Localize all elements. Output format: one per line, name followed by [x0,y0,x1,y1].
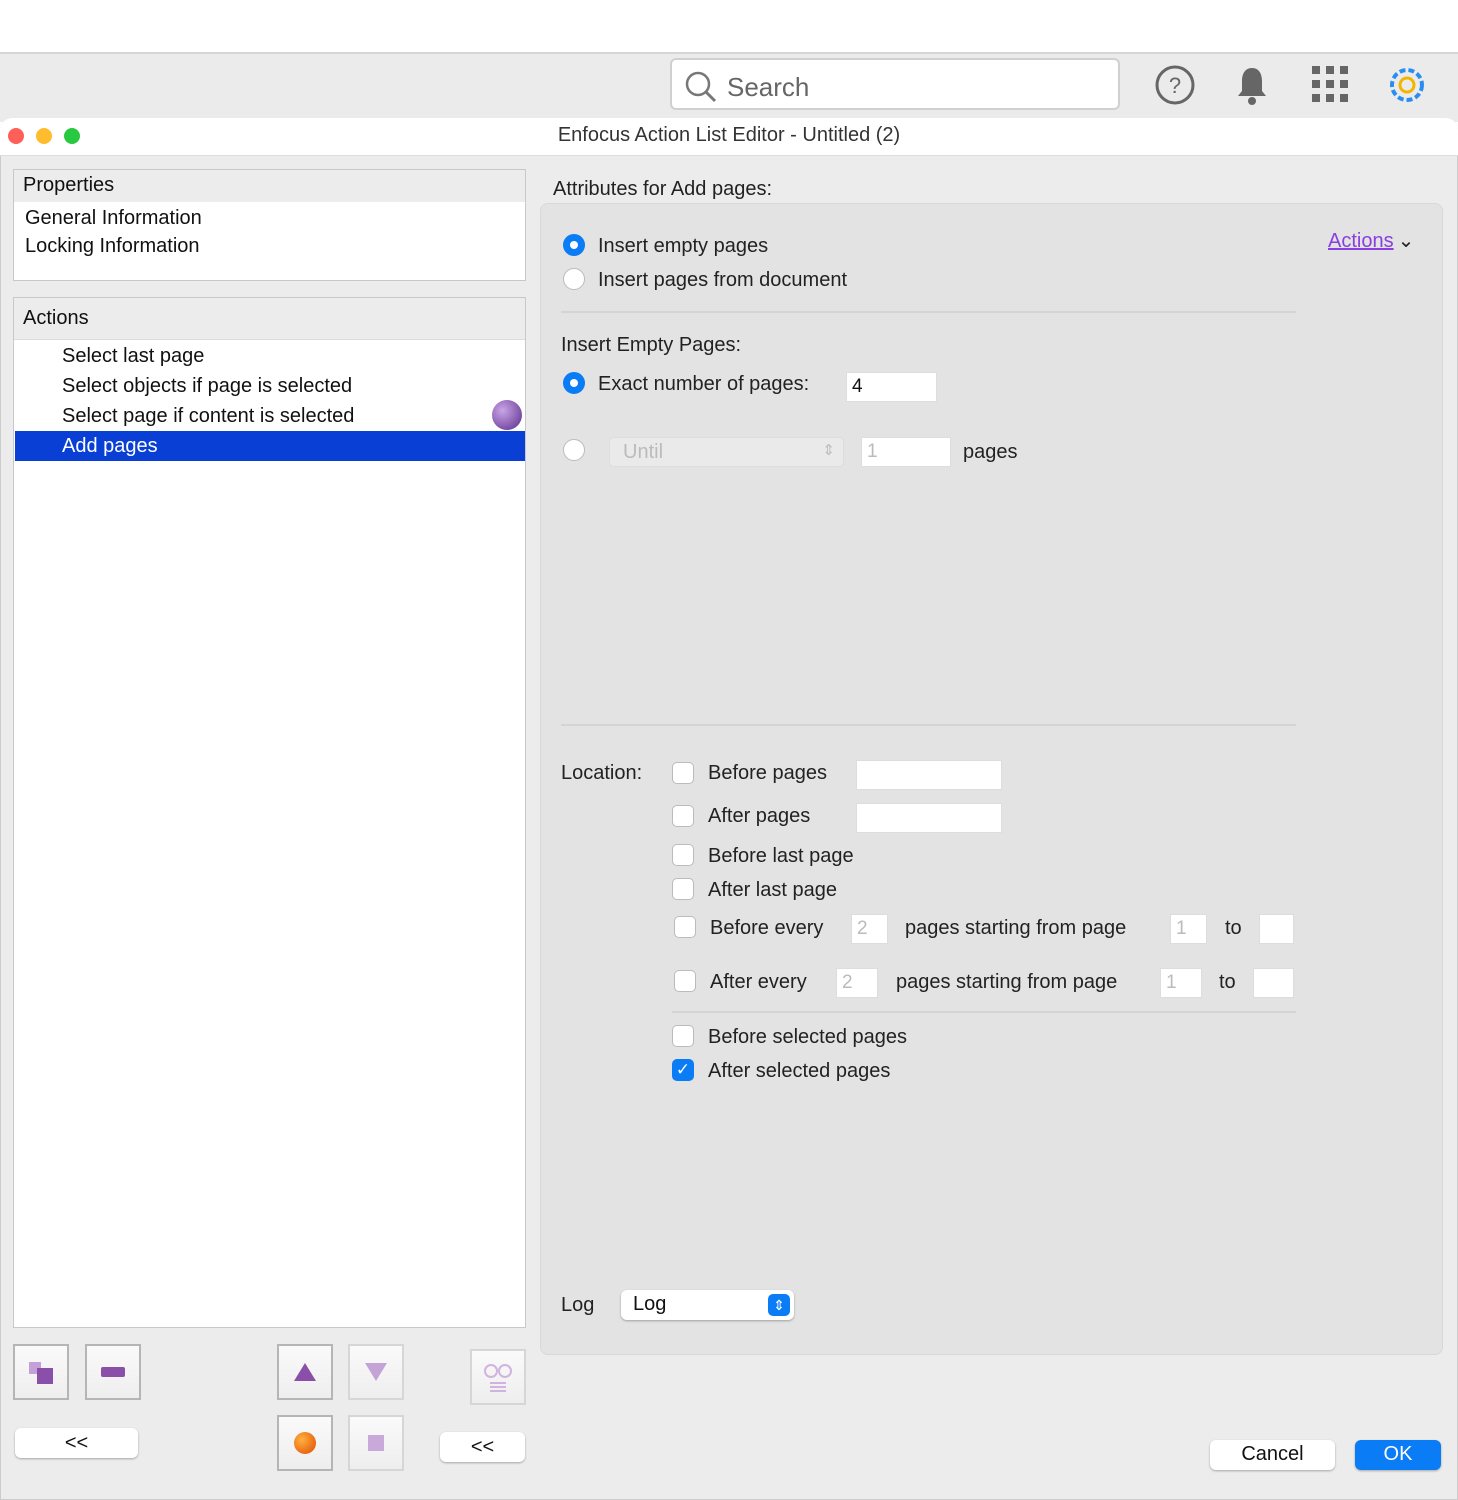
status-orb-icon [492,400,522,430]
insert-empty-title: Insert Empty Pages: [561,334,742,356]
insert-empty-label: Insert empty pages [598,235,769,257]
action-item[interactable]: Select last page [62,345,204,368]
before-every-end-input[interactable] [1259,914,1294,944]
after-pages-label: After pages [708,805,811,827]
record-button[interactable] [277,1415,333,1471]
log-select[interactable]: Log ⇕ [621,1290,794,1320]
before-every-checkbox[interactable] [674,916,696,938]
help-icon[interactable]: ? [1154,64,1196,106]
action-item[interactable]: Select objects if page is selected [62,375,352,398]
apps-grid-icon[interactable] [1312,66,1348,102]
before-last-label: Before last page [708,845,854,867]
triangle-up-icon [294,1363,316,1381]
actions-menu-link[interactable]: Actions ⌄ [1328,228,1414,253]
duplicate-icon [29,1362,53,1384]
actions-link-label: Actions [1328,230,1394,252]
stop-button[interactable] [348,1415,404,1471]
glasses-icon [484,1364,512,1392]
search-input[interactable]: Search [670,58,1120,110]
before-every-start-input[interactable]: 1 [1170,914,1207,944]
before-selected-checkbox[interactable] [672,1025,694,1047]
divider [561,311,1296,313]
stop-icon [368,1435,384,1451]
after-every-start-input[interactable]: 1 [1160,968,1202,998]
properties-item-general[interactable]: General Information [25,204,514,232]
divider [672,1011,1296,1013]
after-pages-input[interactable] [856,803,1002,833]
actions-header: Actions [14,298,525,340]
to-label: to [1219,971,1236,993]
svg-text:?: ? [1169,73,1181,98]
properties-item-locking[interactable]: Locking Information [25,232,514,260]
action-item[interactable]: Select page if content is selected [62,405,354,428]
before-pages-input[interactable] [856,760,1002,790]
minus-icon [101,1367,125,1377]
collapse-left-button[interactable]: << [15,1428,138,1458]
search-icon [685,71,717,103]
duplicate-action-button[interactable] [13,1344,69,1400]
properties-panel: Properties General Information Locking I… [13,169,526,281]
until-select[interactable]: Until ⇕ [609,437,844,467]
before-every-label: Before every [710,917,824,939]
settings-gear-icon[interactable] [1384,62,1430,108]
inspect-button[interactable] [470,1349,526,1405]
after-last-checkbox[interactable] [672,878,694,900]
after-every-checkbox[interactable] [674,970,696,992]
insert-from-document-label: Insert pages from document [598,269,848,291]
pages-label: pages [963,441,1018,463]
insert-from-document-radio[interactable] [563,268,585,290]
starting-from-label: pages starting from page [905,917,1127,939]
after-pages-checkbox[interactable] [672,805,694,827]
log-select-value: Log [633,1293,667,1315]
starting-from-label: pages starting from page [896,971,1118,993]
after-last-label: After last page [708,879,837,901]
triangle-down-icon [365,1363,387,1381]
action-item-label: Add pages [62,435,158,457]
exact-number-radio[interactable] [563,372,585,394]
bell-icon[interactable] [1234,64,1270,106]
log-label: Log [561,1294,595,1316]
move-up-button[interactable] [277,1344,333,1400]
record-icon [294,1432,316,1454]
divider [561,724,1296,726]
before-every-input[interactable]: 2 [851,914,888,944]
to-label: to [1225,917,1242,939]
chevron-down-icon: ⌄ [1397,230,1415,252]
after-every-end-input[interactable] [1253,968,1294,998]
until-value-input[interactable]: 1 [861,437,951,467]
remove-action-button[interactable] [85,1344,141,1400]
after-every-input[interactable]: 2 [836,968,878,998]
properties-header: Properties [14,170,525,202]
before-pages-checkbox[interactable] [672,762,694,784]
move-down-button[interactable] [348,1344,404,1400]
before-last-checkbox[interactable] [672,844,694,866]
collapse-right-button[interactable]: << [440,1432,525,1462]
location-label: Location: [561,762,643,784]
ok-button[interactable]: OK [1355,1440,1441,1470]
insert-empty-radio[interactable] [563,234,585,256]
updown-icon: ⇕ [822,442,835,459]
after-selected-label: After selected pages [708,1060,891,1082]
until-select-value: Until [623,441,664,463]
before-selected-label: Before selected pages [708,1026,908,1048]
search-placeholder: Search [727,72,810,102]
cancel-button[interactable]: Cancel [1210,1440,1335,1470]
before-pages-label: Before pages [708,762,827,784]
attributes-title: Attributes for Add pages: [553,178,773,200]
updown-icon: ⇕ [768,1294,790,1316]
until-radio[interactable] [563,439,585,461]
exact-number-input[interactable]: 4 [846,372,937,402]
after-every-label: After every [710,971,807,993]
checkmark-icon: ✓ [675,1060,691,1079]
after-selected-checkbox[interactable]: ✓ [672,1059,694,1081]
exact-number-label: Exact number of pages: [598,373,810,395]
window-title: Enfocus Action List Editor - Untitled (2… [557,124,901,146]
